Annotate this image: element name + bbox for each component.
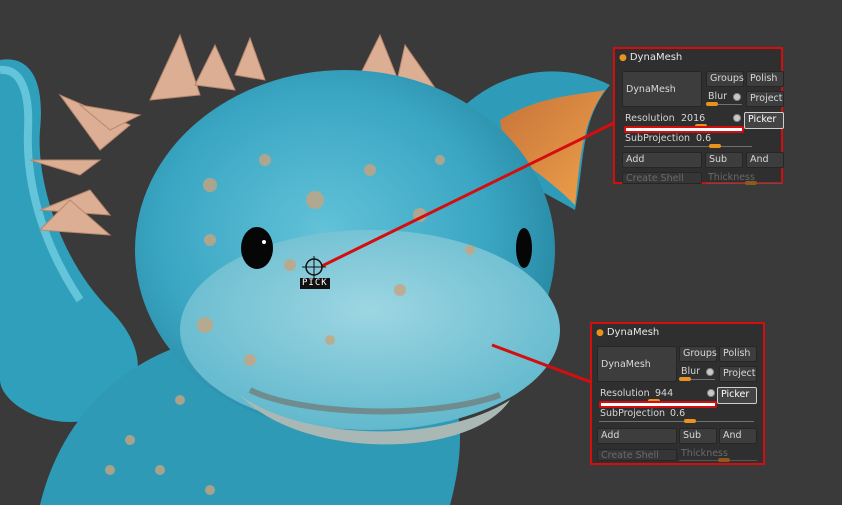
blur-label: Blur [708, 91, 728, 102]
blur-slider-knob[interactable] [706, 102, 718, 106]
picker-button[interactable]: Picker [717, 387, 757, 404]
subprojection-value: 0.6 [696, 133, 712, 144]
and-button[interactable]: And [746, 152, 784, 168]
resolution-radio-icon[interactable] [733, 114, 741, 122]
blur-radio-icon[interactable] [706, 368, 714, 376]
subprojection-value: 0.6 [670, 408, 686, 419]
project-button[interactable]: Project [746, 91, 784, 107]
add-button[interactable]: Add [597, 428, 677, 444]
picker-button[interactable]: Picker [744, 112, 784, 129]
dynamesh-button[interactable]: DynaMesh [597, 346, 677, 382]
resolution-value: 2016 [681, 113, 706, 124]
blur-slider-knob[interactable] [679, 377, 691, 381]
polish-button[interactable]: Polish [746, 71, 784, 87]
create-shell-button[interactable]: Create Shell [597, 449, 677, 461]
resolution-value: 944 [655, 388, 674, 399]
resolution-label: Resolution [600, 388, 650, 399]
and-button[interactable]: And [719, 428, 757, 444]
resolution-slider-highlight[interactable] [624, 126, 744, 133]
create-shell-button[interactable]: Create Shell [622, 172, 702, 184]
thickness-slider-knob[interactable] [718, 458, 730, 462]
subprojection-slider-knob[interactable] [709, 144, 721, 148]
polish-button[interactable]: Polish [719, 346, 757, 362]
subprojection-slider-knob[interactable] [684, 419, 696, 423]
dynamesh-panel-bottom: ● DynaMesh DynaMesh Groups Polish Blur Pr… [590, 322, 765, 465]
subprojection-label: SubProjection [625, 133, 691, 144]
pick-cursor-label: PICK [300, 278, 330, 289]
groups-button[interactable]: Groups [706, 71, 744, 87]
collapse-dot-icon[interactable]: ● [596, 328, 604, 338]
subprojection-slider[interactable] [599, 421, 754, 422]
dynamesh-button[interactable]: DynaMesh [622, 71, 702, 107]
project-button[interactable]: Project [719, 366, 757, 382]
resolution-slider-highlight[interactable] [599, 401, 717, 408]
thickness-slider[interactable] [706, 183, 782, 184]
resolution-label: Resolution [625, 113, 675, 124]
panel-title: ● DynaMesh [619, 52, 683, 63]
sub-button[interactable]: Sub [679, 428, 717, 444]
thickness-slider-knob[interactable] [745, 181, 757, 185]
subprojection-label: SubProjection [600, 408, 666, 419]
add-button[interactable]: Add [622, 152, 702, 168]
resolution-radio-icon[interactable] [707, 389, 715, 397]
dynamesh-panel-top: ● DynaMesh DynaMesh Groups Polish Blur Pr… [613, 47, 784, 185]
groups-button[interactable]: Groups [679, 346, 717, 362]
sub-button[interactable]: Sub [705, 152, 743, 168]
subprojection-slider[interactable] [624, 146, 752, 147]
collapse-dot-icon[interactable]: ● [619, 53, 627, 63]
panel-title: ● DynaMesh [596, 327, 660, 338]
blur-radio-icon[interactable] [733, 93, 741, 101]
blur-label: Blur [681, 366, 701, 377]
